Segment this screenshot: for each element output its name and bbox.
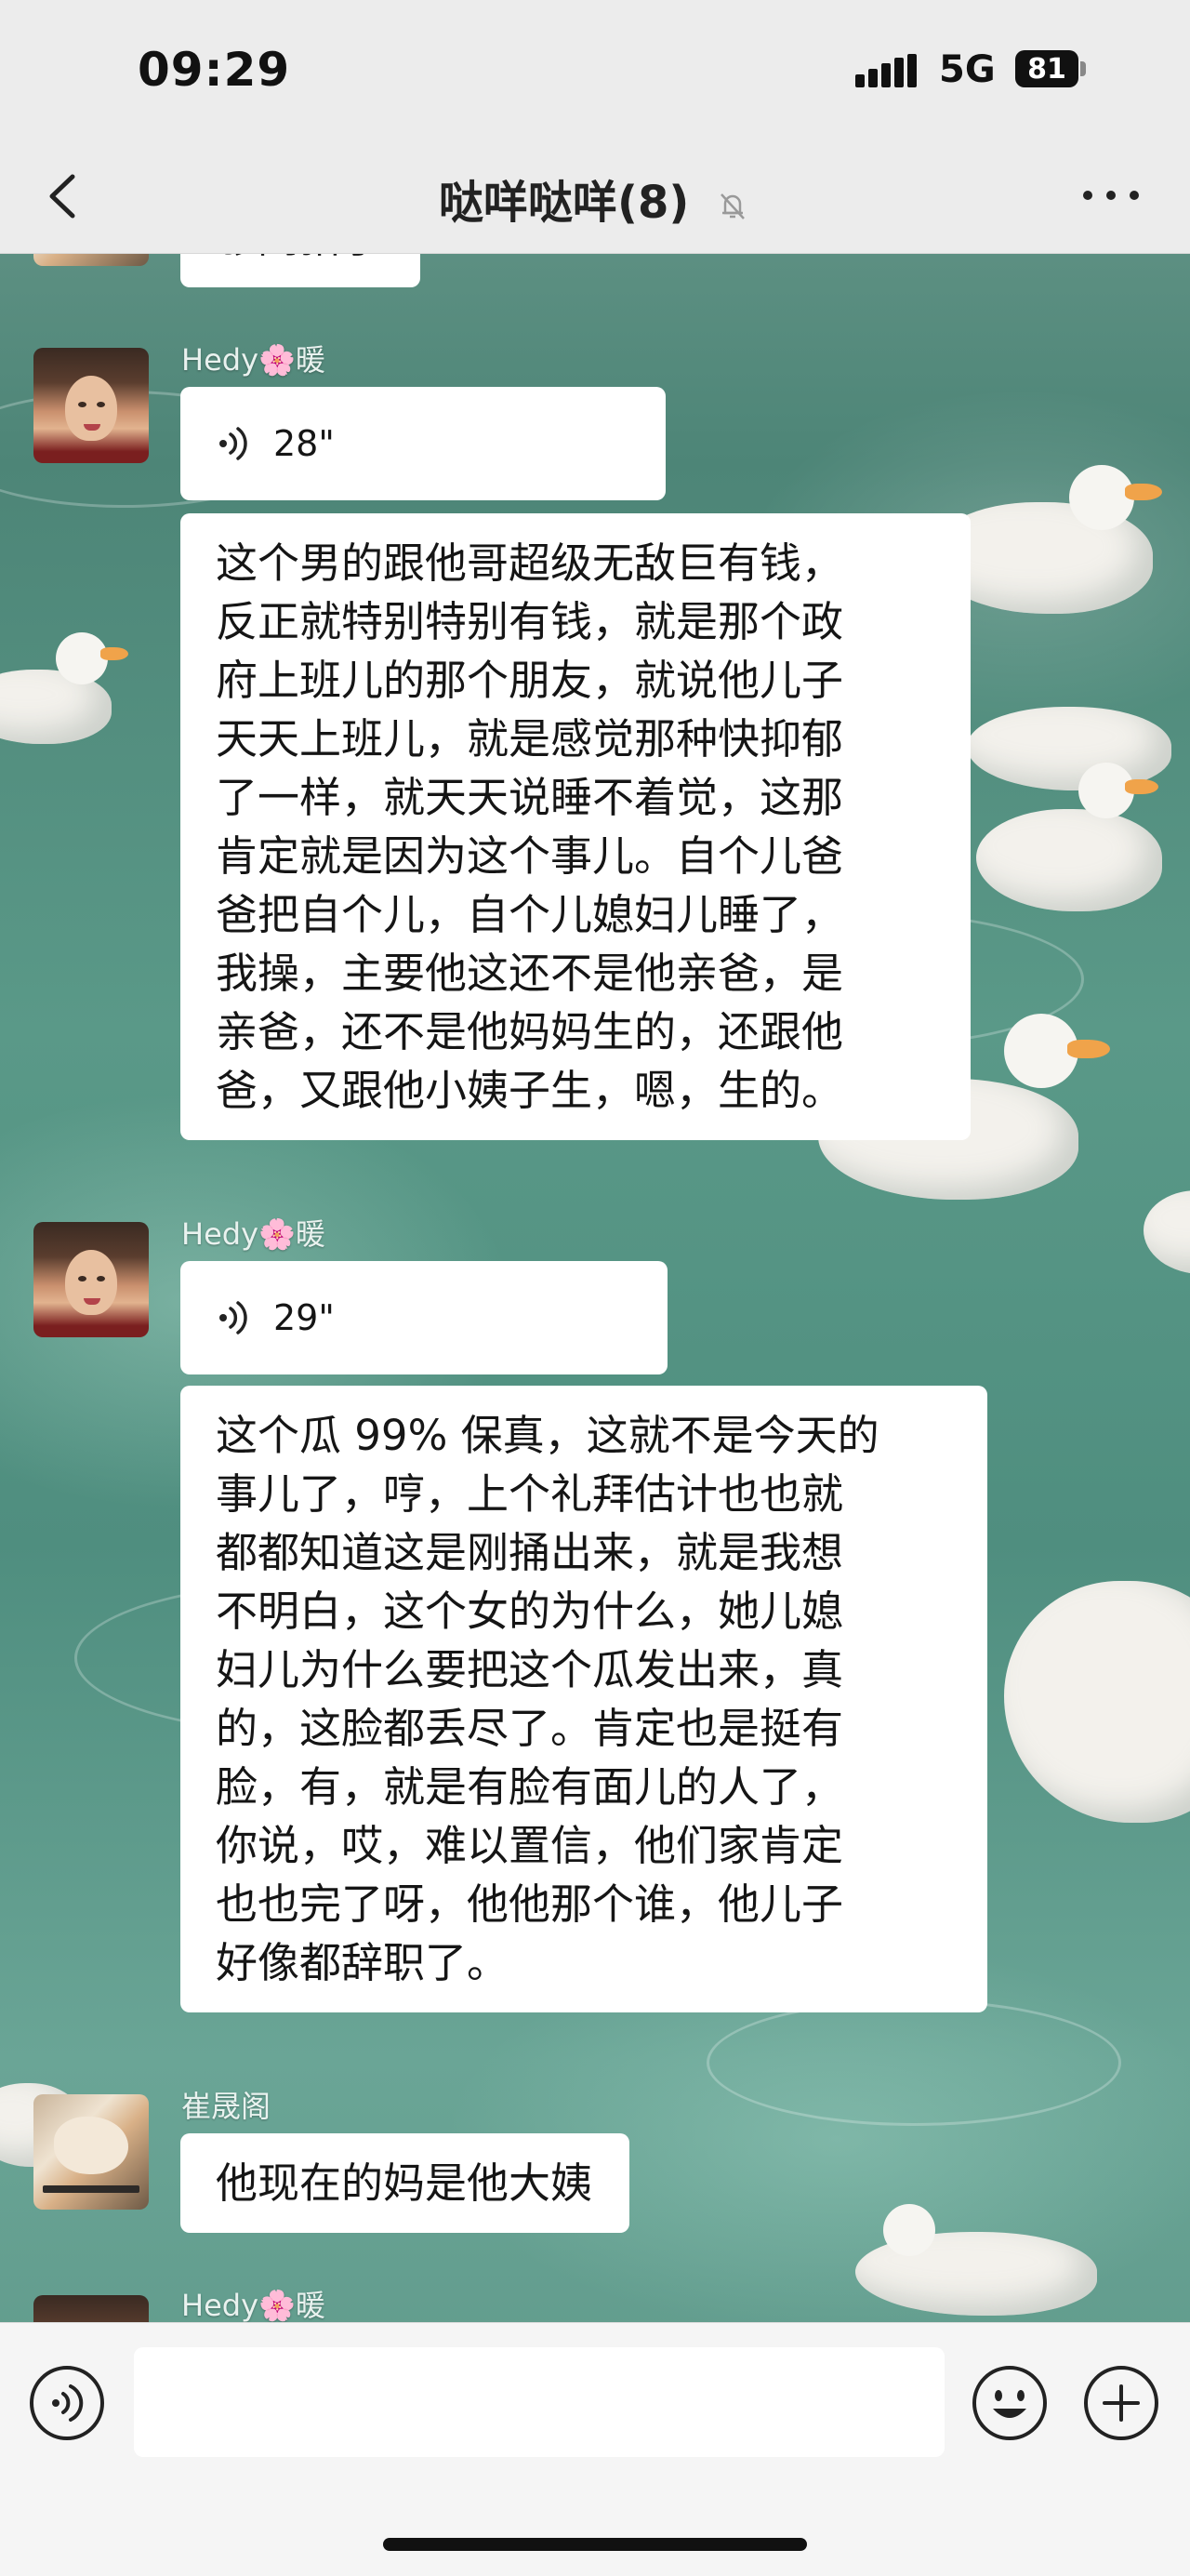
avatar[interactable]	[33, 2295, 149, 2322]
voice-duration: 29"	[273, 1296, 335, 1338]
voice-wave-icon	[219, 1301, 247, 1334]
sender-name: Hedy🌸暖	[181, 2282, 325, 2322]
avatar[interactable]	[33, 2094, 149, 2210]
avatar[interactable]	[33, 1222, 149, 1337]
chat-title: 哒咩哒咩(8)	[439, 177, 690, 229]
sender-name-suffix: 暖	[295, 1216, 325, 1252]
home-indicator[interactable]	[383, 2538, 807, 2551]
message-bubble[interactable]: 他现在的妈是他大姨	[180, 2133, 630, 2233]
message-input[interactable]	[134, 2347, 945, 2457]
input-bar	[0, 2322, 1190, 2576]
battery-icon: 81	[1015, 50, 1078, 87]
avatar[interactable]	[33, 253, 149, 266]
message-bubble[interactable]: 这个瓜 99% 保真，这就不是今天的 事儿了，哼，上个礼拜估计也也就 都都知道这…	[180, 1386, 987, 2012]
status-bar: 09:29 5G 81	[0, 0, 1190, 139]
sender-name: Hedy🌸暖	[181, 337, 325, 379]
chat-title-wrap: 哒咩哒咩(8)	[0, 166, 1190, 231]
chat-header: 哒咩哒咩(8)	[0, 139, 1190, 254]
flower-emoji: 🌸	[258, 1216, 296, 1252]
more-horizontal-icon[interactable]	[1078, 186, 1144, 205]
sender-name: 崔晟阁	[181, 2089, 271, 2124]
sender-name-text: Hedy	[181, 342, 258, 378]
voice-message-bubble[interactable]: 29"	[180, 1261, 668, 1374]
flower-emoji: 🌸	[258, 2288, 296, 2322]
voice-message-bubble[interactable]: 28"	[180, 387, 666, 500]
battery-level: 81	[1027, 52, 1066, 86]
plus-circle-icon[interactable]	[1082, 2364, 1160, 2442]
message-bubble[interactable]: 这个男的跟他哥超级无敌巨有钱， 反正就特别特别有钱，就是那个政 府上班儿的那个朋…	[180, 513, 971, 1140]
signal-icon	[855, 54, 917, 87]
bell-off-icon	[721, 193, 745, 219]
status-time: 09:29	[138, 43, 291, 97]
avatar[interactable]	[33, 348, 149, 463]
message-bubble[interactable]: 够闹猎了	[180, 253, 421, 287]
sender-name: Hedy🌸暖	[181, 1211, 325, 1254]
sender-name-text: Hedy	[181, 1216, 258, 1252]
voice-duration: 28"	[273, 422, 335, 464]
voice-wave-icon[interactable]	[28, 2364, 106, 2442]
sender-name-suffix: 暖	[295, 342, 325, 378]
message-list[interactable]: 够闹猎了 Hedy🌸暖 28" 这个男的跟他哥超级无敌巨有钱， 反正就特别特别有…	[0, 253, 1190, 2322]
battery-cap	[1080, 61, 1086, 76]
flower-emoji: 🌸	[258, 342, 296, 378]
voice-wave-icon	[219, 427, 247, 460]
sender-name-text: Hedy	[181, 2288, 258, 2322]
network-type: 5G	[939, 48, 996, 91]
smile-icon[interactable]	[971, 2364, 1049, 2442]
sender-name-suffix: 暖	[295, 2288, 325, 2322]
